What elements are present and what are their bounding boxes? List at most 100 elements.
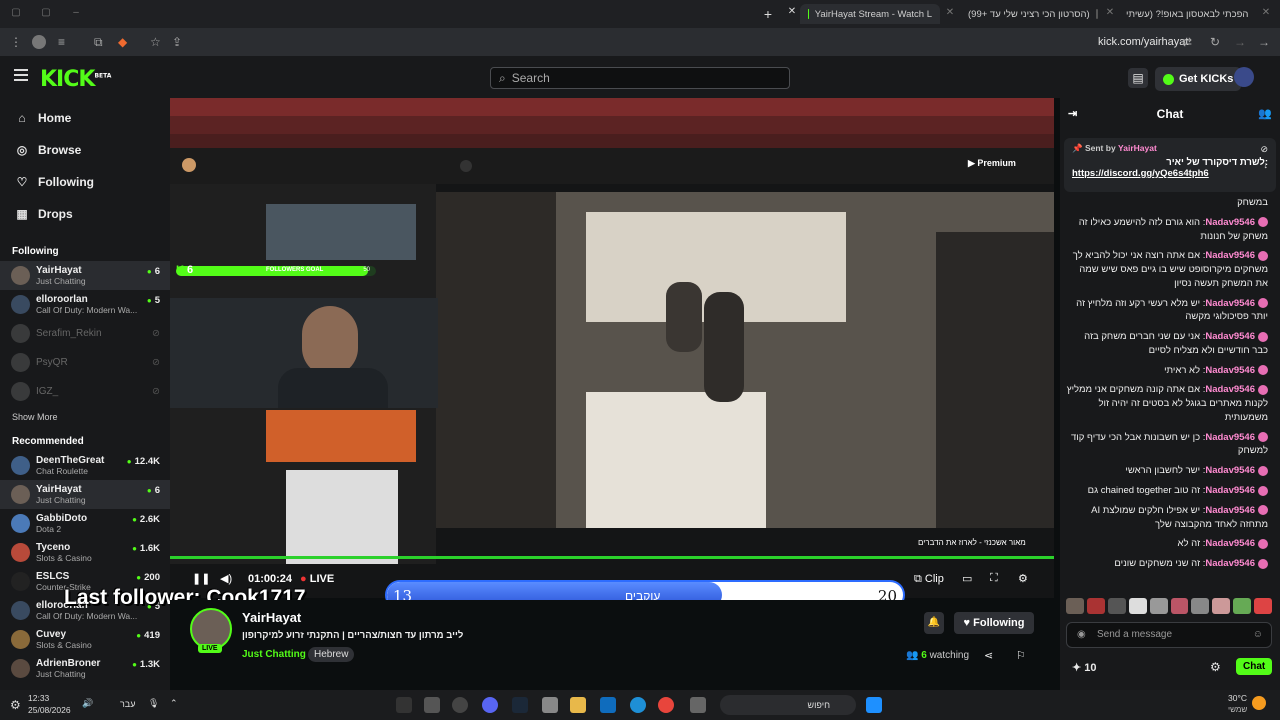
settings-icon[interactable]: ⚙ [1018, 572, 1028, 585]
category-link[interactable]: Just Chatting [242, 649, 306, 660]
close-icon[interactable]: ✕ [1256, 7, 1276, 18]
folder-icon[interactable] [570, 697, 586, 713]
volume-icon[interactable]: ◀) [220, 572, 232, 585]
bell-icon[interactable]: 🔔 [924, 612, 944, 634]
pause-icon[interactable]: ❚❚ [192, 572, 210, 585]
url-text[interactable]: kick.com/yairhayat [1098, 36, 1188, 48]
avatar [11, 382, 30, 401]
reload-icon[interactable]: ↻ [1210, 35, 1220, 49]
edge-icon[interactable] [630, 697, 646, 713]
menu-icon[interactable] [14, 69, 28, 84]
close-icon[interactable]: ✕ [940, 7, 960, 18]
windows-start-icon[interactable] [866, 697, 882, 713]
sun-icon [1252, 696, 1266, 710]
theater-mode-icon[interactable]: ▭ [962, 572, 972, 585]
forward-icon[interactable]: → [1234, 35, 1246, 49]
clip-button[interactable]: ⧉ Clip [914, 573, 944, 586]
channel-category: Just Chatting [36, 495, 86, 505]
following-channel-yairhayat[interactable]: YairHayatJust Chatting6 [0, 261, 170, 290]
recommended-channel[interactable]: GabbiDotoDota 22.6K [0, 509, 170, 538]
following-channel-psyqr[interactable]: PsyQR ⊘ [0, 348, 170, 377]
close-icon[interactable]: ✕ [1100, 7, 1120, 18]
epic-games-icon[interactable] [396, 697, 412, 713]
chevron-up-icon[interactable]: ⌃ [170, 698, 178, 709]
send-chat-button[interactable]: Chat [1236, 658, 1273, 675]
share-icon[interactable]: ⇪ [172, 35, 182, 49]
streamer-name[interactable]: YairHayat [242, 610, 301, 625]
nav-following[interactable]: ♡ Following [0, 166, 170, 198]
user-avatar[interactable] [1234, 67, 1254, 87]
profile-icon[interactable] [32, 35, 46, 49]
emoji-icon[interactable]: ☺ [1253, 623, 1263, 647]
viewer-count: 2.6K [132, 514, 160, 525]
collapse-chat-icon[interactable]: ⇥ [1068, 107, 1077, 120]
gear-icon[interactable]: ⚙ [10, 698, 21, 712]
stream-mode-icon[interactable]: ▤ [1128, 68, 1148, 88]
new-tab-icon[interactable]: + [758, 6, 778, 22]
chat-settings-icon[interactable]: ◉ [1077, 623, 1086, 647]
show-more-link[interactable]: Show More [0, 406, 170, 428]
tab-video-2[interactable]: הפכתי לבאטסון באופ!? (עשיתי [1118, 4, 1258, 24]
emote-bar[interactable] [1066, 598, 1273, 618]
channel-category: Just Chatting [36, 669, 86, 679]
report-icon[interactable]: ⚐ [1016, 649, 1026, 662]
tab-label: הפכתי לבאטסון באופ!? (עשיתי [1126, 8, 1249, 20]
brave-icon[interactable]: ◆ [118, 35, 127, 49]
app-icon[interactable] [690, 697, 706, 713]
store-icon[interactable] [542, 697, 558, 713]
chrome-icon[interactable] [658, 697, 674, 713]
discord-icon[interactable] [482, 697, 498, 713]
tab-video-1[interactable]: (הסרטון הכי רציני שלי עד +99) [960, 4, 1100, 24]
recommended-channel[interactable]: TycenoSlots & Casino1.6K [0, 538, 170, 567]
mic-icon[interactable]: 🎙 [148, 698, 159, 709]
language-tag[interactable]: Hebrew [308, 647, 355, 662]
close-icon[interactable]: ✕ [782, 6, 802, 17]
expand-icon[interactable]: ↓ [1264, 160, 1269, 170]
share-icon[interactable]: ⋖ [984, 649, 993, 662]
tiktok-favicon-icon [1095, 9, 1098, 19]
tab-kick[interactable]: YairHayat Stream - Watch L [800, 4, 940, 24]
search-input[interactable]: ⌕ Search [490, 67, 790, 89]
unpin-icon[interactable]: ⊘ [1260, 144, 1268, 155]
following-channel-igz[interactable]: IGZ_ ⊘ [0, 377, 170, 406]
fullscreen-icon[interactable]: ⛶ [990, 572, 998, 585]
minus-icon[interactable]: – [66, 7, 86, 18]
nav-drops[interactable]: ▦ Drops [0, 198, 170, 230]
discord-link[interactable]: https://discord.gg/yQe6s4tph6 [1072, 168, 1268, 179]
goal-label: FOLLOWERS GOAL [266, 267, 324, 273]
star-icon[interactable]: ☆ [150, 35, 161, 49]
tab-icon[interactable]: ▢ [36, 7, 56, 18]
steam-icon[interactable] [512, 697, 528, 713]
badge-icon [1258, 485, 1268, 496]
language-indicator[interactable]: עבר [120, 699, 135, 709]
video-player[interactable]: ▶ Premium FOLLOWERS GOAL 50 K 6 מאור אשכ… [170, 98, 1054, 598]
following-channel-elloroorlan[interactable]: elloroorlanCall Of Duty: Modern Wa...5 [0, 290, 170, 319]
volume-icon[interactable]: 🔊 [82, 698, 93, 709]
list-icon[interactable]: ≡ [58, 35, 65, 49]
recommended-channel[interactable]: AdrienBronerJust Chatting1.3K [0, 654, 170, 683]
settings-icon[interactable]: ⚙ [1210, 660, 1221, 674]
recommended-channel[interactable]: YairHayatJust Chatting6 [0, 480, 170, 509]
weather-temp: 30°C [1228, 693, 1247, 703]
chat-users-icon[interactable]: 👥 [1258, 107, 1272, 120]
get-kicks-button[interactable]: Get KICKs [1155, 67, 1242, 91]
window-icon[interactable]: ▢ [6, 7, 26, 18]
avatar [11, 630, 30, 649]
outlook-icon[interactable] [600, 697, 616, 713]
chat-input[interactable]: ◉ Send a message ☺ [1066, 622, 1272, 648]
extension-icon[interactable]: ⧉ [94, 35, 103, 50]
search-box[interactable]: חיפוש [720, 695, 856, 715]
following-button[interactable]: ♥ Following [954, 612, 1034, 634]
channel-points[interactable]: ✦ 10 [1072, 661, 1097, 674]
app-icon[interactable] [452, 697, 468, 713]
back-icon[interactable]: → [1258, 35, 1270, 49]
recommended-channel[interactable]: DeenTheGreatChat Roulette12.4K [0, 451, 170, 480]
nav-browse[interactable]: ◎ Browse [0, 134, 170, 166]
app-icon[interactable] [424, 697, 440, 713]
recommended-channel[interactable]: CuveySlots & Casino419 [0, 625, 170, 654]
more-icon[interactable]: ⋮ [10, 35, 22, 49]
following-channel-serafim[interactable]: Serafim_Rekin ⊘ [0, 319, 170, 348]
kick-logo[interactable]: KICKBETA [40, 67, 111, 92]
nav-home[interactable]: ⌂ Home [0, 102, 170, 134]
tune-icon[interactable]: ⇄ [1182, 35, 1192, 49]
